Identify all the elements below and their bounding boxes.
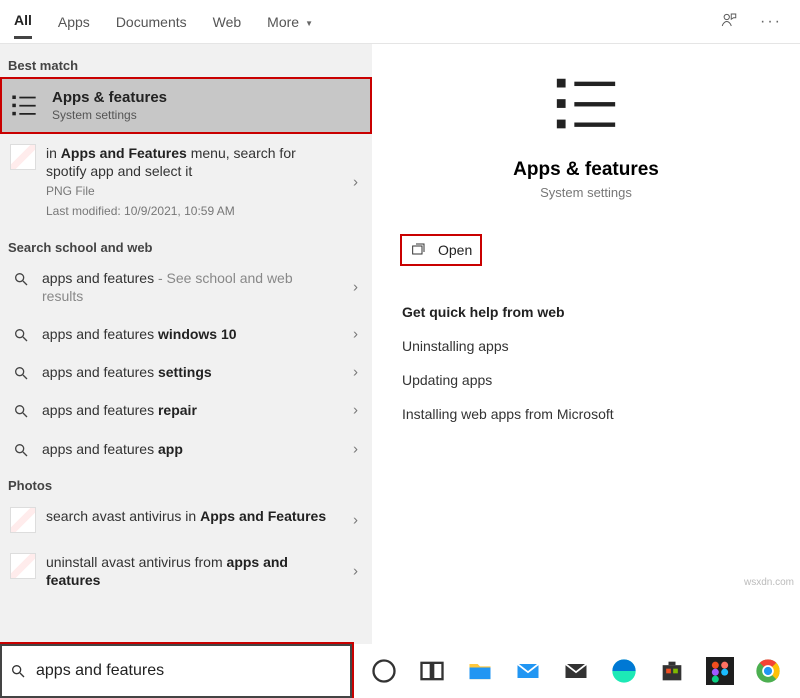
footer bbox=[0, 644, 800, 698]
search-icon bbox=[10, 403, 32, 419]
recent-file-result[interactable]: in Apps and Features menu, search for sp… bbox=[0, 134, 372, 230]
settings-list-icon bbox=[10, 92, 38, 120]
tab-more[interactable]: More bbox=[267, 6, 313, 38]
mail-blue-icon[interactable] bbox=[514, 657, 542, 685]
help-link[interactable]: Uninstalling apps bbox=[402, 338, 770, 354]
chevron-right-icon[interactable]: › bbox=[353, 278, 358, 295]
photo-result[interactable]: uninstall avast antivirus from apps and … bbox=[0, 543, 372, 599]
tab-apps[interactable]: Apps bbox=[58, 6, 90, 38]
help-link[interactable]: Updating apps bbox=[402, 372, 770, 388]
best-match-title: Apps & features bbox=[52, 89, 167, 106]
preview-panel: Apps & features System settings Open Get… bbox=[372, 44, 800, 644]
mail-icon[interactable] bbox=[562, 657, 590, 685]
chevron-right-icon[interactable]: › bbox=[353, 440, 358, 457]
watermark: wsxdn.com bbox=[744, 577, 794, 588]
search-icon bbox=[10, 271, 32, 287]
open-label: Open bbox=[438, 242, 472, 258]
help-heading: Get quick help from web bbox=[402, 304, 770, 320]
preview-title: Apps & features bbox=[513, 159, 659, 181]
recent-file-type: PNG File bbox=[46, 184, 334, 200]
taskbar bbox=[352, 644, 800, 698]
tab-web[interactable]: Web bbox=[213, 6, 242, 38]
search-icon bbox=[10, 365, 32, 381]
edge-icon[interactable] bbox=[610, 657, 638, 685]
open-icon bbox=[410, 242, 426, 258]
recent-file-text: in Apps and Features menu, search for sp… bbox=[46, 145, 296, 179]
microsoft-store-icon[interactable] bbox=[658, 657, 686, 685]
search-input[interactable] bbox=[34, 661, 342, 681]
chevron-right-icon[interactable]: › bbox=[353, 402, 358, 419]
chevron-right-icon[interactable]: › bbox=[353, 562, 358, 579]
web-result[interactable]: apps and features app› bbox=[0, 430, 372, 468]
web-result[interactable]: apps and features repair› bbox=[0, 391, 372, 429]
section-photos: Photos bbox=[0, 468, 372, 497]
web-result[interactable]: apps and features settings› bbox=[0, 353, 372, 391]
photo-result[interactable]: search avast antivirus in Apps and Featu… bbox=[0, 497, 372, 543]
best-match-result[interactable]: Apps & features System settings bbox=[0, 77, 372, 134]
file-explorer-icon[interactable] bbox=[466, 657, 494, 685]
feedback-icon[interactable] bbox=[720, 11, 738, 34]
web-result[interactable]: apps and features - See school and web r… bbox=[0, 259, 372, 315]
chevron-right-icon[interactable]: › bbox=[353, 173, 358, 190]
settings-list-hero-icon bbox=[551, 70, 621, 145]
results-panel: Best match Apps & features System settin… bbox=[0, 44, 372, 644]
image-thumbnail-icon bbox=[10, 144, 36, 170]
chevron-right-icon[interactable]: › bbox=[353, 364, 358, 381]
tab-all[interactable]: All bbox=[14, 4, 32, 39]
cortana-icon[interactable] bbox=[370, 657, 398, 685]
task-view-icon[interactable] bbox=[418, 657, 446, 685]
web-result[interactable]: apps and features windows 10› bbox=[0, 315, 372, 353]
more-options-icon[interactable]: ··· bbox=[760, 13, 782, 31]
search-icon bbox=[10, 663, 26, 679]
chevron-right-icon[interactable]: › bbox=[353, 511, 358, 528]
search-icon bbox=[10, 442, 32, 458]
recent-file-modified: Last modified: 10/9/2021, 10:59 AM bbox=[46, 204, 334, 220]
search-box[interactable] bbox=[0, 644, 352, 698]
chrome-icon[interactable] bbox=[754, 657, 782, 685]
figma-icon[interactable] bbox=[706, 657, 734, 685]
best-match-subtitle: System settings bbox=[52, 108, 167, 122]
filter-tabs: All Apps Documents Web More ··· bbox=[0, 0, 800, 44]
tab-documents[interactable]: Documents bbox=[116, 6, 187, 38]
section-best-match: Best match bbox=[0, 44, 372, 77]
chevron-right-icon[interactable]: › bbox=[353, 326, 358, 343]
section-search-web: Search school and web bbox=[0, 230, 372, 259]
search-icon bbox=[10, 327, 32, 343]
open-button[interactable]: Open bbox=[402, 236, 480, 264]
image-thumbnail-icon bbox=[10, 553, 36, 579]
preview-subtitle: System settings bbox=[540, 185, 632, 200]
image-thumbnail-icon bbox=[10, 507, 36, 533]
help-link[interactable]: Installing web apps from Microsoft bbox=[402, 406, 770, 422]
